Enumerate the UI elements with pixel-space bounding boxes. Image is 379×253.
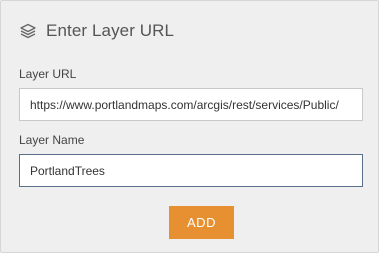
panel-title: Enter Layer URL	[46, 21, 175, 40]
layers-icon	[19, 22, 37, 40]
add-button[interactable]: ADD	[169, 206, 234, 239]
panel-header: Enter Layer URL	[19, 19, 174, 43]
layer-url-input[interactable]	[19, 88, 363, 121]
add-layer-panel: Enter Layer URL Layer URL Layer Name ADD	[0, 0, 379, 253]
layer-name-input[interactable]	[19, 154, 363, 187]
layer-url-label: Layer URL	[19, 67, 77, 81]
layer-name-label: Layer Name	[19, 133, 85, 147]
